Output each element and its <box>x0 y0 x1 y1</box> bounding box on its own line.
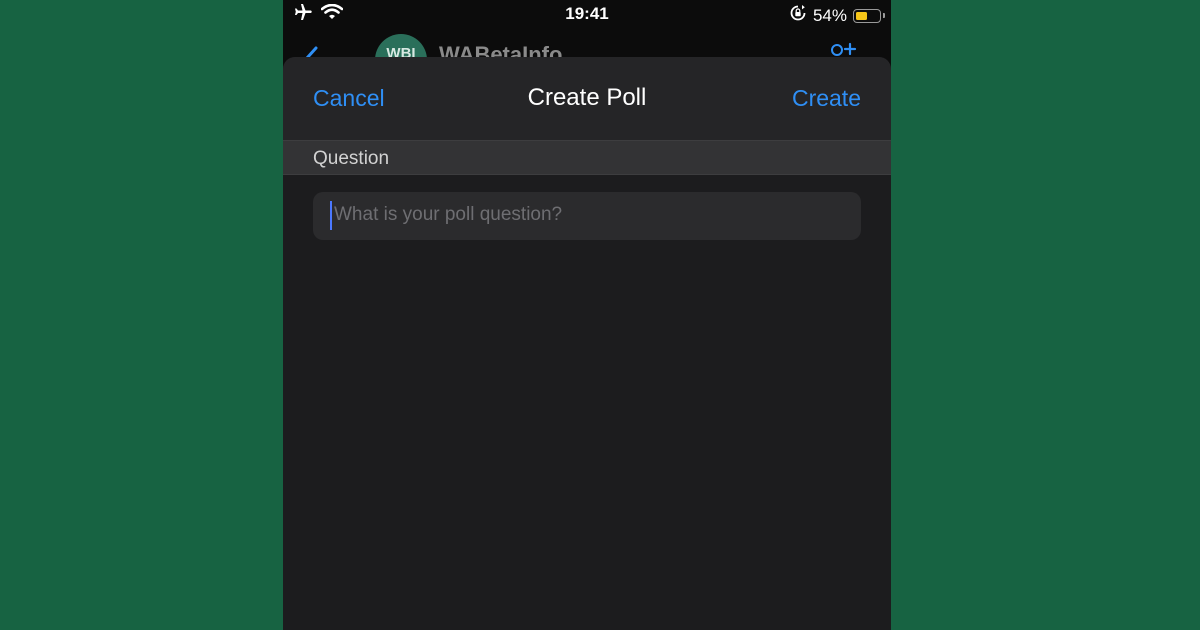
status-bar: 19:41 54% <box>283 0 891 30</box>
question-input[interactable]: What is your poll question? <box>313 192 861 240</box>
create-poll-sheet: Cancel Create Poll Create Question What … <box>283 57 891 630</box>
sheet-nav-bar: Cancel Create Poll Create <box>283 57 891 140</box>
battery-fill <box>856 11 867 20</box>
create-button[interactable]: Create <box>792 85 861 112</box>
orientation-lock-icon <box>789 4 807 27</box>
question-section-header: Question <box>283 140 891 175</box>
left-background <box>0 0 283 630</box>
status-right: 54% <box>789 4 885 27</box>
phone-screen: 19:41 54% WBI WABetaInfo Cancel Create P… <box>283 0 891 630</box>
text-caret <box>330 201 332 230</box>
battery-icon <box>853 8 885 23</box>
right-background <box>891 0 1200 630</box>
question-placeholder: What is your poll question? <box>334 204 563 225</box>
battery-percent: 54% <box>812 5 847 25</box>
section-label: Question <box>313 148 390 169</box>
battery-nub <box>883 12 885 18</box>
